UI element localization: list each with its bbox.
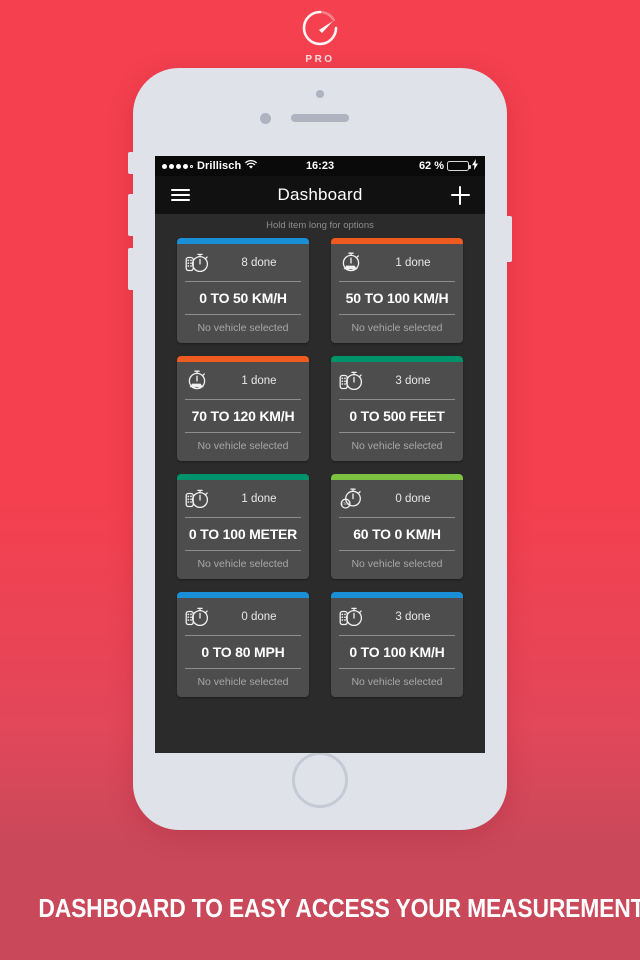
template-card-4[interactable]: 3 done 0 TO 500 FEET No vehicle selected	[331, 356, 463, 461]
card-vehicle-status: No vehicle selected	[197, 440, 289, 452]
card-header: 0 done	[177, 598, 309, 635]
svg-text:STOP: STOP	[341, 502, 351, 506]
earpiece-speaker	[291, 114, 349, 122]
card-vehicle-status: No vehicle selected	[197, 558, 289, 570]
battery-percent-label: 62 %	[418, 160, 445, 172]
card-header: 3 done	[331, 362, 463, 399]
card-done-count: 1 done	[241, 375, 277, 387]
stopwatch-keypad-icon	[339, 369, 365, 393]
lightning-bolt-icon	[472, 159, 479, 173]
card-header: 3 done	[331, 598, 463, 635]
brand-logo: PRO	[0, 8, 640, 65]
card-title: 50 TO 100 KM/H	[345, 290, 449, 306]
card-header: STOP 0 done	[331, 480, 463, 517]
template-card-1[interactable]: 8 done 0 TO 50 KM/H No vehicle selected	[177, 238, 309, 343]
stopwatch-keypad-icon	[185, 487, 211, 511]
card-done-count: 1 done	[241, 493, 277, 505]
volume-down-button[interactable]	[128, 248, 133, 290]
template-card-7[interactable]: 0 done 0 TO 80 MPH No vehicle selected	[177, 592, 309, 697]
hamburger-menu-icon[interactable]	[167, 182, 193, 208]
card-vehicle-status: No vehicle selected	[351, 440, 443, 452]
card-header: 8 done	[177, 244, 309, 281]
card-header: 1 done	[177, 480, 309, 517]
home-button[interactable]	[292, 752, 348, 808]
promo-caption: DASHBOARD TO EASY ACCESS YOUR MEASUREMEN…	[38, 893, 640, 923]
proximity-sensor-icon	[316, 90, 324, 98]
card-vehicle-status: No vehicle selected	[197, 676, 289, 688]
card-done-count: 1 done	[395, 257, 431, 269]
stopwatch-keypad-icon	[339, 605, 365, 629]
volume-up-button[interactable]	[128, 194, 133, 236]
clock-label: 16:23	[305, 160, 335, 172]
front-camera-icon	[260, 113, 271, 124]
status-bar-right: 62 %	[334, 159, 479, 173]
carrier-label: Drillisch	[197, 160, 242, 172]
template-card-3[interactable]: 1 done 70 TO 120 KM/H No vehicle selecte…	[177, 356, 309, 461]
card-title: 60 TO 0 KM/H	[353, 526, 441, 542]
card-title: 0 TO 100 METER	[188, 526, 298, 542]
speedometer-gauge-icon	[300, 8, 340, 53]
battery-icon	[447, 161, 472, 171]
card-vehicle-status: No vehicle selected	[197, 322, 289, 334]
stopwatch-keypad-icon	[185, 251, 211, 275]
phone-screen: Drillisch 16:23 62 % Dashboard Hold item…	[155, 156, 485, 753]
card-title: 0 TO 500 FEET	[349, 408, 445, 424]
stopwatch-car-icon	[185, 369, 211, 393]
stopwatch-stop-sign-icon: STOP	[339, 487, 365, 511]
signal-dots-icon	[162, 163, 193, 169]
card-done-count: 0 done	[241, 611, 277, 623]
card-header: 1 done	[331, 244, 463, 281]
page-title: Dashboard	[277, 185, 363, 204]
card-title: 0 TO 100 KM/H	[349, 644, 445, 660]
card-vehicle-status: No vehicle selected	[351, 558, 443, 570]
template-card-grid: 8 done 0 TO 50 KM/H No vehicle selected …	[155, 236, 485, 697]
card-done-count: 8 done	[241, 257, 277, 269]
stopwatch-keypad-icon	[185, 605, 211, 629]
power-button[interactable]	[507, 216, 512, 262]
status-bar: Drillisch 16:23 62 %	[155, 156, 485, 176]
status-bar-left: Drillisch	[162, 159, 306, 173]
template-card-2[interactable]: 1 done 50 TO 100 KM/H No vehicle selecte…	[331, 238, 463, 343]
card-done-count: 0 done	[395, 493, 431, 505]
card-done-count: 3 done	[395, 611, 431, 623]
wifi-icon	[245, 159, 258, 173]
hint-text: Hold item long for options	[155, 214, 485, 236]
card-title: 0 TO 80 MPH	[201, 644, 285, 660]
template-card-6[interactable]: STOP 0 done 60 TO 0 KM/H No vehicle sele…	[331, 474, 463, 579]
card-vehicle-status: No vehicle selected	[351, 322, 443, 334]
card-header: 1 done	[177, 362, 309, 399]
card-title: 70 TO 120 KM/H	[191, 408, 295, 424]
navigation-bar: Dashboard	[155, 176, 485, 214]
card-title: 0 TO 50 KM/H	[199, 290, 287, 306]
template-card-8[interactable]: 3 done 0 TO 100 KM/H No vehicle selected	[331, 592, 463, 697]
silent-switch[interactable]	[128, 152, 133, 174]
card-vehicle-status: No vehicle selected	[351, 676, 443, 688]
brand-logo-text: PRO	[305, 54, 335, 65]
template-card-5[interactable]: 1 done 0 TO 100 METER No vehicle selecte…	[177, 474, 309, 579]
plus-icon[interactable]	[447, 182, 473, 208]
stopwatch-car-icon	[339, 251, 365, 275]
phone-device-frame: Drillisch 16:23 62 % Dashboard Hold item…	[128, 68, 512, 830]
card-done-count: 3 done	[395, 375, 431, 387]
